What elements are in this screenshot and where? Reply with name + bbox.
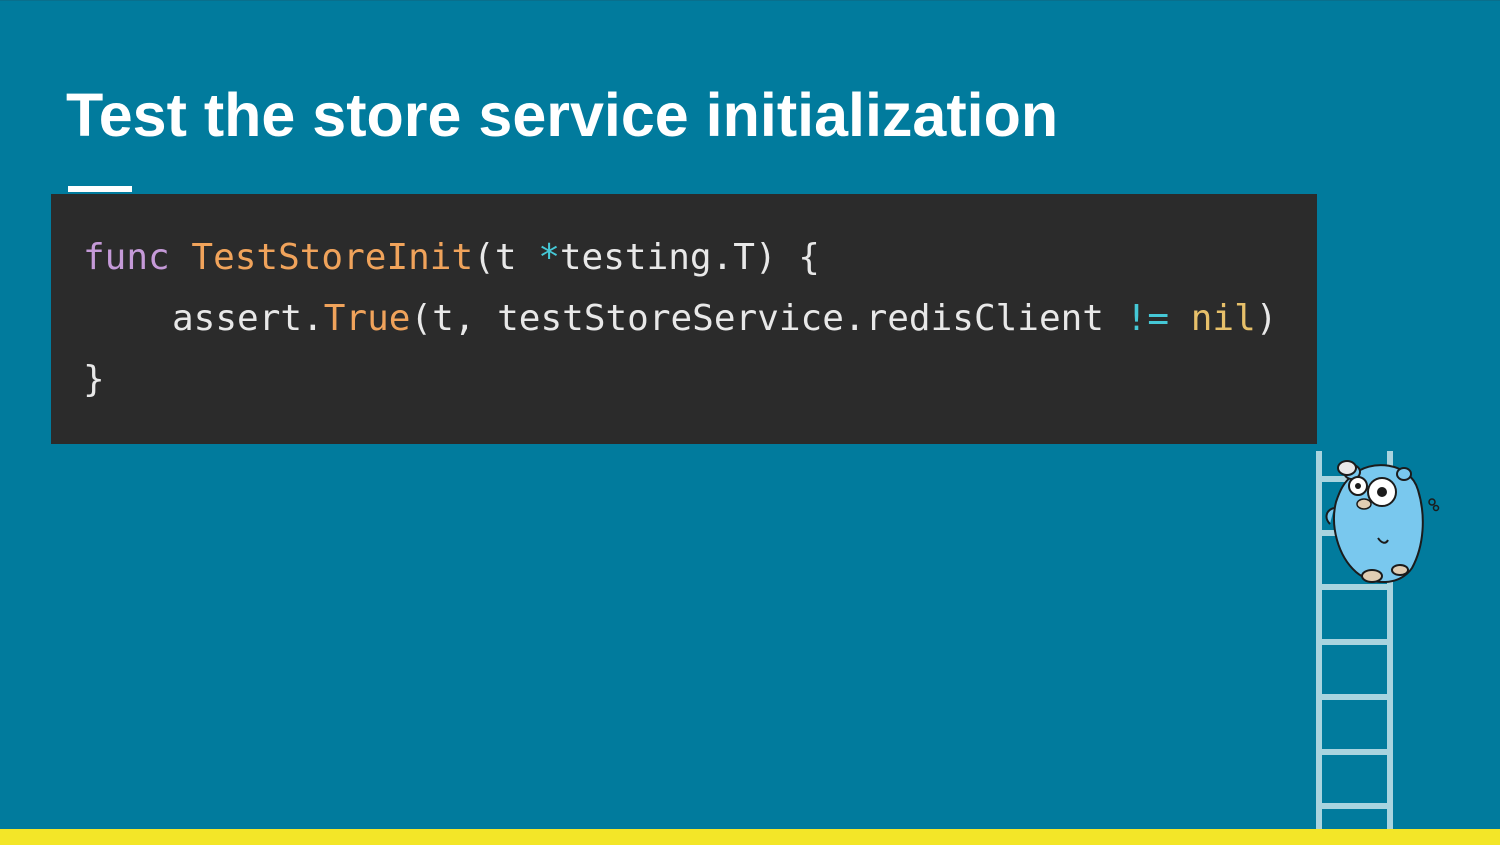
slide-title: Test the store service initialization [66, 81, 1059, 149]
code-method-name: True [323, 298, 411, 339]
gopher-climbing-ladder-icon [1316, 451, 1440, 836]
code-param-type: testing.T) { [559, 237, 820, 278]
code-pointer-operator: * [538, 237, 560, 278]
title-underline [68, 186, 132, 192]
code-line-2: assert.True(t, testStoreService.redisCli… [83, 288, 1317, 349]
footer-accent-bar [0, 829, 1500, 845]
code-function-name: TestStoreInit [191, 237, 474, 278]
code-line-1: func TestStoreInit(t *testing.T) { [83, 227, 1317, 288]
code-closing-brace: } [83, 359, 105, 400]
code-args: (t, testStoreService.redisClient [410, 298, 1126, 339]
code-params: (t [473, 237, 539, 278]
code-snippet: func TestStoreInit(t *testing.T) {assert… [51, 194, 1317, 444]
code-close-paren: ) [1255, 298, 1278, 339]
code-receiver: assert. [172, 298, 324, 339]
code-line-3: } [83, 349, 1317, 410]
code-nil-literal: nil [1190, 298, 1256, 339]
code-comparison-operator: != [1125, 298, 1170, 339]
code-keyword: func [83, 237, 170, 278]
slide: Test the store service initialization fu… [0, 0, 1500, 845]
